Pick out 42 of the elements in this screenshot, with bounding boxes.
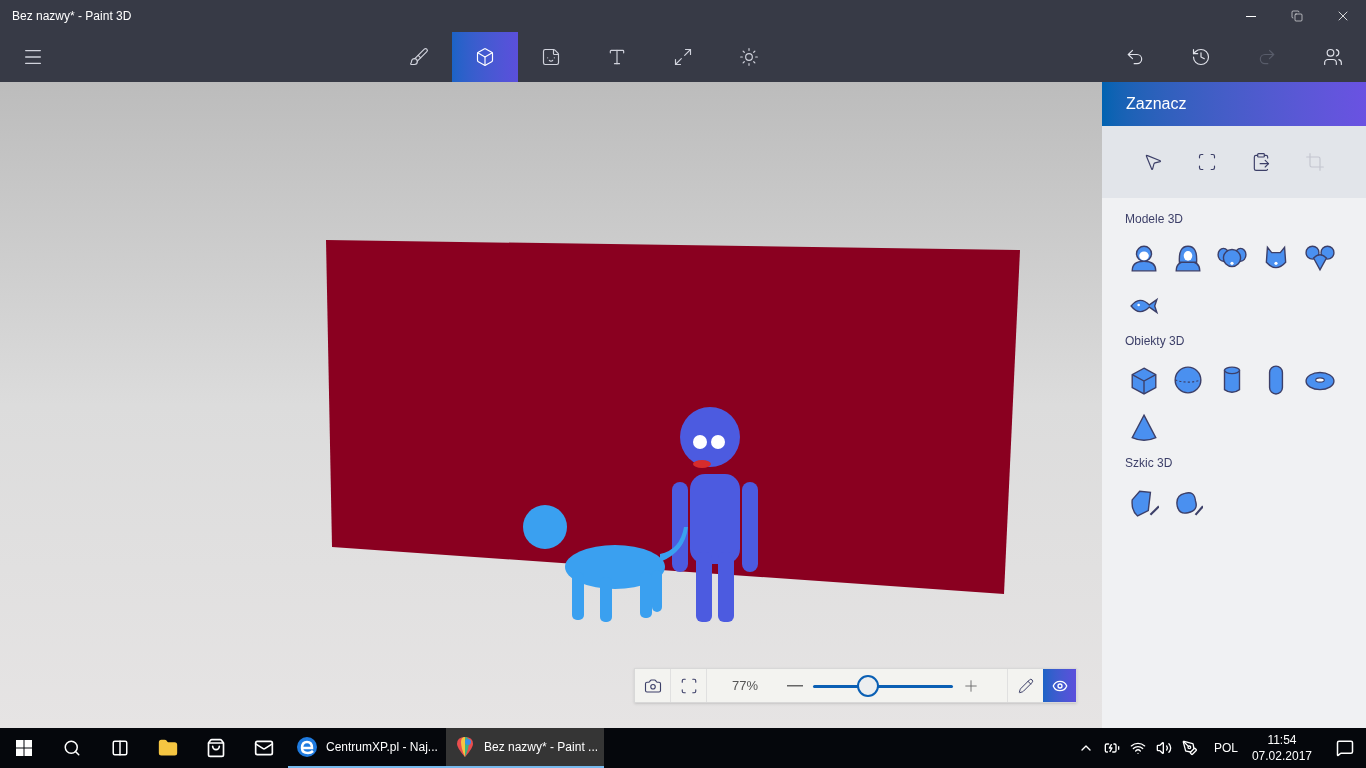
text-icon <box>607 47 627 67</box>
mail-icon <box>254 738 274 758</box>
tool-tab[interactable] <box>452 32 518 82</box>
shopping-bag-icon <box>206 738 226 758</box>
paste-icon <box>1251 152 1271 172</box>
resize-icon <box>673 47 693 67</box>
section-title: Szkic 3D <box>1124 455 1174 472</box>
e-logo-icon <box>296 736 318 758</box>
fit-icon <box>679 676 698 695</box>
minus-icon <box>787 684 803 687</box>
pointer-icon <box>1143 152 1163 172</box>
crop-icon <box>1305 152 1325 172</box>
language-indicator[interactable]: POL <box>1213 739 1238 757</box>
cube-icon <box>475 47 495 67</box>
wifi-icon <box>1129 740 1146 756</box>
clock[interactable]: 11:54 07.02.2017 <box>1247 732 1316 764</box>
slider-thumb[interactable] <box>856 674 879 697</box>
panel-title: Zaznacz <box>1126 94 1187 114</box>
zoom-reading: 77% <box>731 676 759 695</box>
windows-logo-icon <box>16 740 32 756</box>
minimize-icon <box>1246 15 1256 17</box>
folder-icon <box>158 738 178 758</box>
notifications-icon <box>1336 739 1354 757</box>
taskbar-app-button[interactable]: Bez nazwy* - Paint ... <box>446 728 604 768</box>
dashed-square-icon <box>1197 152 1217 172</box>
search-icon <box>63 739 81 757</box>
window-title: Bez nazwy* - Paint 3D <box>11 8 133 25</box>
task-view-icon <box>111 739 129 757</box>
brush-icon <box>409 47 429 67</box>
sticker-icon <box>541 47 561 67</box>
palette-icon <box>454 736 476 758</box>
section-title: Modele 3D <box>1124 211 1185 228</box>
sun-icon <box>739 47 759 67</box>
zoom-slider[interactable] <box>813 674 953 697</box>
speaker-icon <box>1155 740 1172 756</box>
battery-icon <box>1103 740 1120 756</box>
camera-icon <box>643 676 662 695</box>
restore-icon <box>1291 10 1303 22</box>
section-title: Obiekty 3D <box>1124 333 1186 350</box>
pencil-icon <box>1017 677 1034 694</box>
pen-icon <box>1181 740 1198 756</box>
view-button[interactable] <box>1043 669 1076 702</box>
